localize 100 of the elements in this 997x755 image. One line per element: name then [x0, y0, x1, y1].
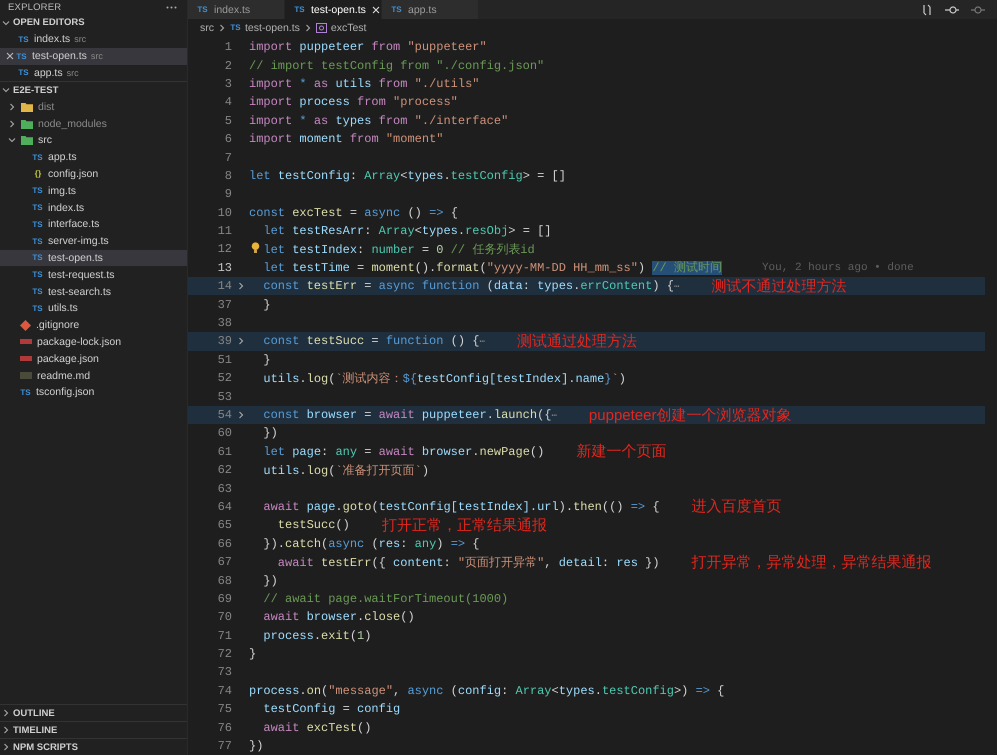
chevron-icon[interactable]	[218, 24, 226, 32]
chevron-icon[interactable]	[2, 18, 10, 26]
open-editor-item[interactable]: TS index.ts src	[0, 31, 187, 48]
file-tree-item[interactable]: TS utils.ts	[0, 300, 187, 317]
breadcrumb-file[interactable]: test-open.ts	[245, 22, 300, 34]
code-line: const testSucc = function () {⋯	[262, 334, 485, 348]
panel-header[interactable]: TIMELINE	[0, 721, 187, 738]
breadcrumb-folder[interactable]: src	[200, 22, 214, 34]
line-number: 68	[216, 574, 232, 588]
compare-icon[interactable]	[922, 4, 933, 16]
annotation-text: puppeteer创建一个浏览器对象	[588, 406, 792, 424]
file-tree-item[interactable]: TS img.ts	[0, 182, 187, 200]
code-line: const testErr = async function (data: types.errContent) {⋯	[262, 279, 680, 294]
package-icon	[20, 339, 32, 344]
editor-tab[interactable]: TS app.ts	[382, 0, 479, 19]
typescript-icon: TS	[18, 34, 29, 44]
typescript-icon: TS	[32, 253, 43, 262]
line-number: 11	[216, 224, 232, 238]
file-tree-item[interactable]: TS tsconfig.json	[0, 384, 187, 401]
line-number: 62	[216, 463, 232, 478]
code-line: }).catch(async (res: any) => {	[262, 536, 480, 551]
code-line: utils.log(`准备打开页面`)	[262, 462, 430, 479]
code-line: await page.goto(testConfig[testIndex].url).then(() => {	[262, 500, 660, 514]
section-header[interactable]: E2E-TEST	[0, 81, 187, 98]
file-tree-item[interactable]: readme.md	[0, 367, 187, 384]
line-number: 13	[216, 260, 232, 275]
line-number: 54	[216, 408, 232, 422]
file-tree-item[interactable]: node_modules	[0, 115, 187, 132]
file-tree-item[interactable]: TS test-search.ts	[0, 283, 187, 300]
more-icon[interactable]	[166, 6, 177, 8]
file-tree-item[interactable]: src	[0, 132, 187, 149]
annotation-text: 新建一个页面	[576, 442, 666, 461]
typescript-icon: TS	[230, 23, 241, 32]
breadcrumb-symbol[interactable]: excTest	[330, 22, 366, 34]
line-number: 8	[224, 168, 232, 183]
line-number: 37	[216, 298, 232, 312]
line-number: 65	[216, 518, 232, 532]
line-number: 69	[216, 592, 232, 606]
file-tree-item[interactable]: TS app.ts	[0, 148, 187, 166]
code-line: }	[262, 352, 271, 367]
lightbulb-icon[interactable]	[251, 242, 260, 254]
code-line: await testErr({ content: "页面打开异常", detail: res })	[276, 554, 660, 571]
open-editor-item[interactable]: TS app.ts src	[0, 64, 187, 82]
file-tree-item[interactable]: package-lock.json	[0, 334, 187, 350]
file-tree-item[interactable]: TS server-img.ts	[0, 232, 187, 250]
chevron-icon[interactable]	[304, 24, 312, 32]
chevron-icon[interactable]	[2, 709, 10, 717]
line-number: 7	[224, 150, 232, 165]
sidebar-title: EXPLORER	[8, 2, 62, 12]
file-tree-item[interactable]: TS test-open.ts	[0, 250, 187, 266]
line-number: 12	[216, 242, 232, 256]
code-line: testConfig = config	[262, 702, 400, 716]
document-icon	[20, 372, 32, 380]
typescript-icon: TS	[32, 186, 43, 196]
annotation-text: 测试不通过处理方法	[711, 277, 846, 296]
line-number: 6	[224, 132, 232, 146]
file-tree-item[interactable]: .gitignore	[0, 316, 187, 334]
open-editor-item[interactable]: TS test-open.ts src	[0, 48, 187, 65]
line-number: 53	[216, 390, 232, 404]
folder-icon	[21, 102, 33, 112]
file-tree-item[interactable]: TS index.ts	[0, 199, 187, 216]
line-number: 73	[216, 665, 232, 680]
file-tree-item[interactable]: package.json	[0, 350, 187, 368]
typescript-config-icon: TS	[20, 388, 31, 397]
code-line: await browser.close()	[262, 610, 415, 624]
close-icon[interactable]	[6, 52, 14, 60]
commit-forward-icon[interactable]	[971, 4, 985, 14]
line-number: 3	[224, 76, 232, 91]
line-number: 2	[224, 58, 232, 73]
line-number: 66	[216, 536, 232, 551]
file-tree-item[interactable]: TS test-request.ts	[0, 266, 187, 284]
editor-tab[interactable]: TS test-open.ts	[285, 0, 382, 19]
section-header[interactable]: OPEN EDITORS	[0, 14, 187, 31]
typescript-icon: TS	[32, 304, 43, 313]
file-tree-item[interactable]: dist	[0, 98, 187, 116]
code-line: process.exit(1)	[262, 628, 372, 643]
code-line: import process from "process"	[249, 95, 458, 110]
line-number: 76	[216, 720, 232, 735]
line-number: 52	[216, 371, 232, 386]
typescript-icon: TS	[16, 52, 27, 61]
code-line: // await page.waitForTimeout(1000)	[262, 592, 508, 606]
chevron-icon[interactable]	[2, 726, 10, 734]
line-number: 64	[216, 500, 232, 514]
close-icon[interactable]	[372, 6, 380, 14]
file-tree-item[interactable]: TS interface.ts	[0, 216, 187, 233]
fold-chevron-icon[interactable]	[236, 411, 244, 419]
typescript-icon: TS	[391, 5, 402, 14]
editor-tab[interactable]: TS index.ts	[188, 0, 285, 19]
code-line: })	[249, 739, 264, 754]
fold-chevron-icon[interactable]	[236, 282, 244, 290]
panel-header[interactable]: NPM SCRIPTS	[0, 738, 187, 755]
line-number: 1	[224, 40, 232, 54]
panel-header[interactable]: OUTLINE	[0, 704, 187, 721]
typescript-icon: TS	[294, 5, 305, 14]
file-tree-item[interactable]: { } config.json	[0, 166, 187, 182]
line-number: 70	[216, 610, 232, 624]
fold-chevron-icon[interactable]	[236, 337, 244, 346]
typescript-icon: TS	[18, 68, 29, 78]
chevron-icon[interactable]	[2, 743, 10, 751]
commit-back-icon[interactable]	[945, 4, 959, 14]
